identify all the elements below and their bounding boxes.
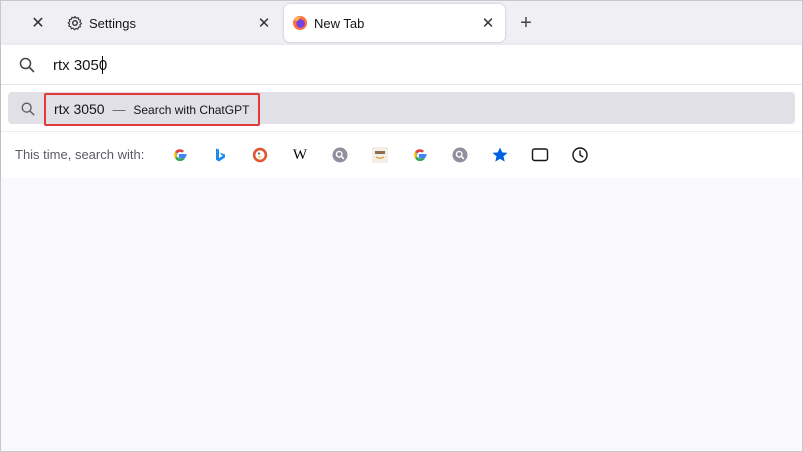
tab-settings[interactable]: Settings ✕ [59,4,281,42]
tab-new-tab[interactable]: New Tab ✕ [284,4,505,42]
amazon-icon[interactable] [369,144,391,166]
url-input[interactable] [53,53,773,77]
close-icon[interactable]: ✕ [477,12,499,34]
tabs-icon[interactable] [529,144,551,166]
search-icon [20,101,36,122]
page-content [1,178,802,451]
history-clock-icon[interactable] [569,144,591,166]
google-icon[interactable] [409,144,431,166]
urlbar-dropdown: rtx 3050 — Search with ChatGPT This time… [1,45,802,178]
bing-icon[interactable] [209,144,231,166]
tab-label: New Tab [314,15,365,31]
close-icon[interactable]: ✕ [253,12,275,34]
generic-search-icon[interactable] [449,144,471,166]
suggestion-action: Search with ChatGPT [133,103,250,117]
firefox-icon [292,15,308,31]
search-suggestion-row[interactable]: rtx 3050 — Search with ChatGPT [8,92,795,126]
tab-label: Settings [89,15,136,31]
close-icon[interactable]: ✕ [27,12,49,34]
one-off-label: This time, search with: [15,147,145,162]
gear-icon [67,15,83,31]
wikipedia-icon[interactable]: W [289,144,311,166]
suggestion-query: rtx 3050 [54,101,105,117]
text-caret [102,56,103,74]
google-icon[interactable] [169,144,191,166]
urlbar [1,45,802,85]
new-tab-button[interactable]: + [514,11,538,35]
generic-search-icon[interactable] [329,144,351,166]
duckduckgo-icon[interactable] [249,144,271,166]
one-off-search-bar: This time, search with: W [1,132,802,178]
search-icon [18,56,36,79]
suggestion-text: rtx 3050 — Search with ChatGPT [54,101,249,117]
tab-strip: ✕ Settings ✕ New Tab ✕ + [1,1,802,45]
plus-icon: + [520,11,532,34]
suggestion-separator: — [112,102,126,117]
bookmarks-star-icon[interactable] [489,144,511,166]
